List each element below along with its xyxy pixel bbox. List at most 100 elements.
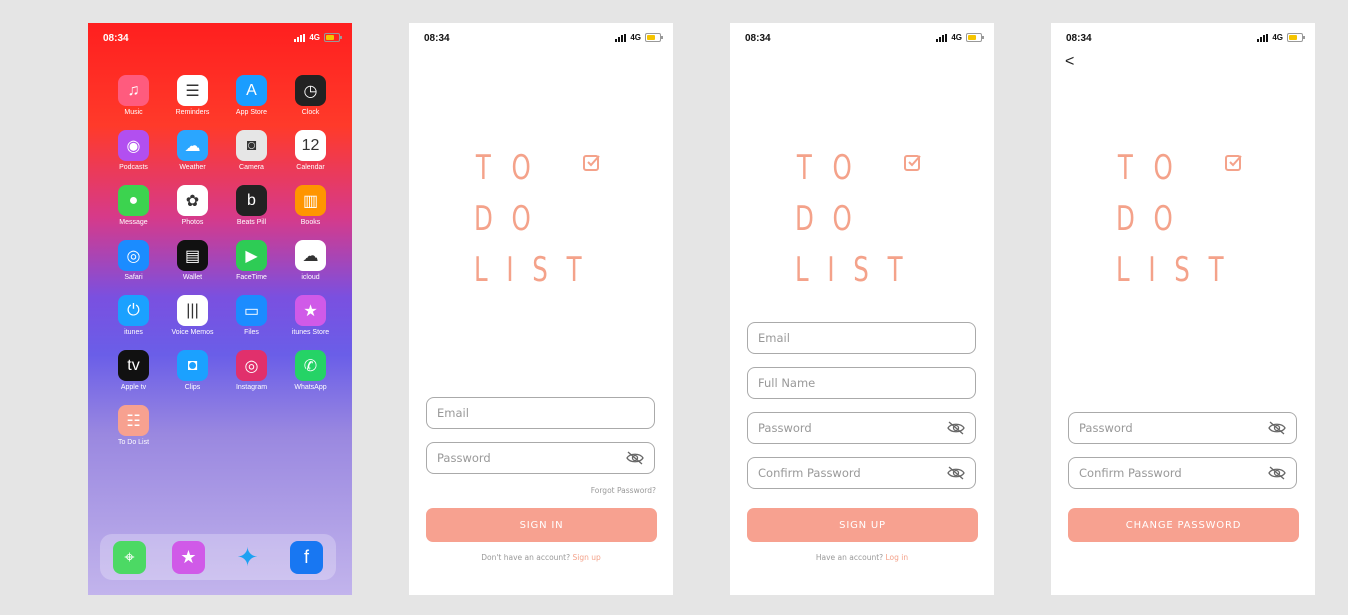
app-clock[interactable]: ◷ Clock: [281, 75, 340, 116]
app-facetime[interactable]: ▶ FaceTime: [222, 240, 281, 281]
status-time: 08:34: [745, 33, 771, 44]
app-apple-tv[interactable]: tv Apple tv: [104, 350, 163, 391]
app-icon: A: [236, 75, 267, 106]
signup-prompt: Don't have an account?: [481, 553, 571, 562]
app-to-do-list[interactable]: ☷ To Do List: [104, 405, 163, 446]
app-podcasts[interactable]: ◉ Podcasts: [104, 130, 163, 171]
eye-slash-icon[interactable]: [626, 451, 644, 465]
app-label: Weather: [179, 164, 206, 171]
app-icon: |||: [177, 295, 208, 326]
app-label: Reminders: [175, 109, 210, 116]
status-bar: 08:34 4G: [1066, 33, 1305, 47]
app-instagram[interactable]: ◎ Instagram: [222, 350, 281, 391]
app-label: Beats Pill: [236, 219, 267, 226]
app-label: Clock: [301, 109, 320, 116]
password-input[interactable]: Password: [747, 412, 976, 444]
app-itunes[interactable]: ⏻ itunes: [104, 295, 163, 336]
app-camera[interactable]: ◙ Camera: [222, 130, 281, 171]
email-input[interactable]: Email: [747, 322, 976, 354]
app-safari[interactable]: ◎ Safari: [104, 240, 163, 281]
app-weather[interactable]: ☁ Weather: [163, 130, 222, 171]
log-in-link[interactable]: Log in: [886, 553, 909, 562]
full-name-input[interactable]: Full Name: [747, 367, 976, 399]
app-wallet[interactable]: ▤ Wallet: [163, 240, 222, 281]
dock: ⌖ ★ ✦ f: [100, 534, 336, 580]
sign-up-link[interactable]: Sign up: [573, 553, 601, 562]
confirm-password-input[interactable]: Confirm Password: [747, 457, 976, 489]
eye-slash-icon[interactable]: [1268, 421, 1286, 435]
app-icon: ◉: [118, 130, 149, 161]
app-icon: ▶: [236, 240, 267, 271]
back-arrow-icon[interactable]: <: [1065, 53, 1074, 71]
app-calendar[interactable]: 12 Calendar: [281, 130, 340, 171]
app-voice-memos[interactable]: ||| Voice Memos: [163, 295, 222, 336]
app-label: App Store: [235, 109, 268, 116]
dock-app-icon[interactable]: ★: [172, 540, 205, 574]
app-label: Message: [119, 219, 148, 226]
network-label: 4G: [951, 33, 962, 42]
dock-app-icon[interactable]: ⌖: [113, 540, 146, 574]
app-icloud[interactable]: ☁ icloud: [281, 240, 340, 281]
dock-app-icon[interactable]: ✦: [231, 541, 264, 574]
sign-in-button[interactable]: SIGN IN: [426, 508, 657, 542]
app-logo: TO DO LIST: [795, 148, 935, 290]
status-bar: 08:34 4G: [745, 33, 984, 47]
app-icon: ♫: [118, 75, 149, 106]
app-label: itunes: [124, 329, 143, 336]
forgot-password-link[interactable]: Forgot Password?: [591, 486, 656, 495]
checkbox-icon: [583, 155, 600, 171]
app-label: Camera: [239, 164, 264, 171]
app-icon: ☰: [177, 75, 208, 106]
signal-icon: [615, 33, 627, 42]
app-icon: ▤: [177, 240, 208, 271]
app-reminders[interactable]: ☰ Reminders: [163, 75, 222, 116]
change-password-button[interactable]: CHANGE PASSWORD: [1068, 508, 1299, 542]
app-label: Podcasts: [119, 164, 148, 171]
app-books[interactable]: ▥ Books: [281, 185, 340, 226]
network-label: 4G: [1272, 33, 1283, 42]
signup-screen: 08:34 4G TO DO LIST Email Full Name Pass…: [730, 23, 994, 595]
app-grid: ♫ Music ☰ Reminders A App Store ◷ Clock ◉ Podcast…: [104, 75, 340, 446]
app-beats-pill[interactable]: b Beats Pill: [222, 185, 281, 226]
app-label: To Do List: [117, 439, 150, 446]
app-icon: ◎: [236, 350, 267, 381]
app-label: WhatsApp: [294, 384, 327, 391]
app-app-store[interactable]: A App Store: [222, 75, 281, 116]
sign-up-button[interactable]: SIGN UP: [747, 508, 978, 542]
eye-slash-icon[interactable]: [1268, 466, 1286, 480]
app-logo: TO DO LIST: [474, 148, 614, 290]
app-message[interactable]: ● Message: [104, 185, 163, 226]
app-label: Wallet: [182, 274, 203, 281]
app-icon: ◎: [118, 240, 149, 271]
status-bar: 08:34 4G: [103, 33, 342, 47]
app-whatsapp[interactable]: ✆ WhatsApp: [281, 350, 340, 391]
battery-icon: [324, 33, 342, 42]
app-label: itunes Store: [291, 329, 330, 336]
app-files[interactable]: ▭ Files: [222, 295, 281, 336]
app-label: Clips: [184, 384, 201, 391]
password-input[interactable]: Password: [426, 442, 655, 474]
app-icon: b: [236, 185, 267, 216]
app-label: Instagram: [235, 384, 268, 391]
app-logo: TO DO LIST: [1116, 148, 1256, 290]
checkbox-icon: [904, 155, 921, 171]
app-icon: ▥: [295, 185, 326, 216]
email-input[interactable]: Email: [426, 397, 655, 429]
app-icon: ☷: [118, 405, 149, 436]
app-icon: ◙: [236, 130, 267, 161]
dock-app-icon[interactable]: f: [290, 540, 323, 574]
network-label: 4G: [630, 33, 641, 42]
app-clips[interactable]: ◘ Clips: [163, 350, 222, 391]
battery-icon: [966, 33, 984, 42]
app-music[interactable]: ♫ Music: [104, 75, 163, 116]
app-icon: ☁: [177, 130, 208, 161]
app-photos[interactable]: ✿ Photos: [163, 185, 222, 226]
eye-slash-icon[interactable]: [947, 466, 965, 480]
confirm-password-input[interactable]: Confirm Password: [1068, 457, 1297, 489]
eye-slash-icon[interactable]: [947, 421, 965, 435]
status-time: 08:34: [103, 33, 129, 44]
app-label: icloud: [301, 274, 320, 281]
password-input[interactable]: Password: [1068, 412, 1297, 444]
app-icon: ✆: [295, 350, 326, 381]
app-itunes-store[interactable]: ★ itunes Store: [281, 295, 340, 336]
